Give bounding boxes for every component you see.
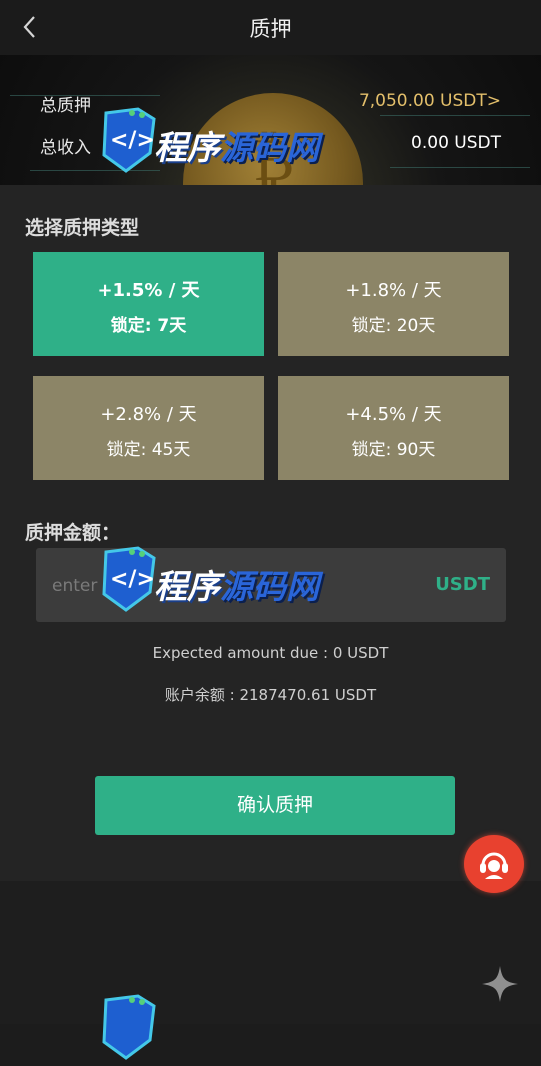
- total-stake-value[interactable]: 7,050.00 USDT>: [359, 91, 501, 111]
- amount-unit: USDT: [435, 574, 490, 595]
- amount-section-title: 质押金额：: [25, 522, 121, 544]
- footer-area: [0, 881, 541, 1024]
- sparkle-icon[interactable]: [480, 964, 520, 1008]
- plan-option-20-days[interactable]: +1.8% / 天 锁定: 20天: [278, 252, 509, 356]
- svg-text:</>: </>: [110, 128, 155, 153]
- plan-lock: 锁定: 20天: [351, 316, 436, 336]
- confirm-stake-button[interactable]: 确认质押: [95, 776, 455, 835]
- shield-icon: [102, 994, 156, 1060]
- shield-icon: </>: [102, 546, 156, 612]
- svg-text:</>: </>: [110, 567, 155, 592]
- plan-lock: 锁定: 7天: [110, 316, 187, 336]
- plan-option-7-days[interactable]: +1.5% / 天 锁定: 7天: [33, 252, 264, 356]
- plan-option-90-days[interactable]: +4.5% / 天 锁定: 90天: [278, 376, 509, 480]
- customer-service-button[interactable]: [464, 835, 524, 893]
- watermark-text: 程序源码网: [154, 128, 319, 167]
- plan-rate: +1.8% / 天: [345, 280, 442, 301]
- total-income-value: 0.00 USDT: [411, 133, 501, 153]
- plan-rate: +4.5% / 天: [345, 404, 442, 425]
- plan-lock: 锁定: 90天: [351, 440, 436, 460]
- account-balance-text: 账户余额 : 2187470.61 USDT: [164, 686, 377, 704]
- watermark-logo: </> 程序源码网: [98, 105, 319, 179]
- page-title: 质押: [249, 17, 292, 41]
- plan-option-45-days[interactable]: +2.8% / 天 锁定: 45天: [33, 376, 264, 480]
- customer-service-icon: [480, 852, 508, 879]
- watermark-logo: </> 程序源码网: [98, 544, 319, 618]
- expected-amount-text: Expected amount due : 0 USDT: [152, 644, 389, 662]
- plan-section-title: 选择质押类型: [25, 217, 140, 239]
- circuit-line: [390, 167, 530, 168]
- plan-rate: +1.5% / 天: [97, 280, 200, 301]
- watermark-text: 程序源码网: [154, 567, 319, 606]
- nav-bar: 质押: [0, 0, 541, 55]
- plan-lock: 锁定: 45天: [106, 440, 191, 460]
- shield-icon: </>: [102, 107, 156, 173]
- watermark-logo: [98, 992, 160, 1066]
- total-stake-label: 总质押: [40, 96, 91, 116]
- plan-rate: +2.8% / 天: [100, 404, 197, 425]
- circuit-line: [380, 115, 530, 116]
- total-income-label: 总收入: [40, 138, 91, 158]
